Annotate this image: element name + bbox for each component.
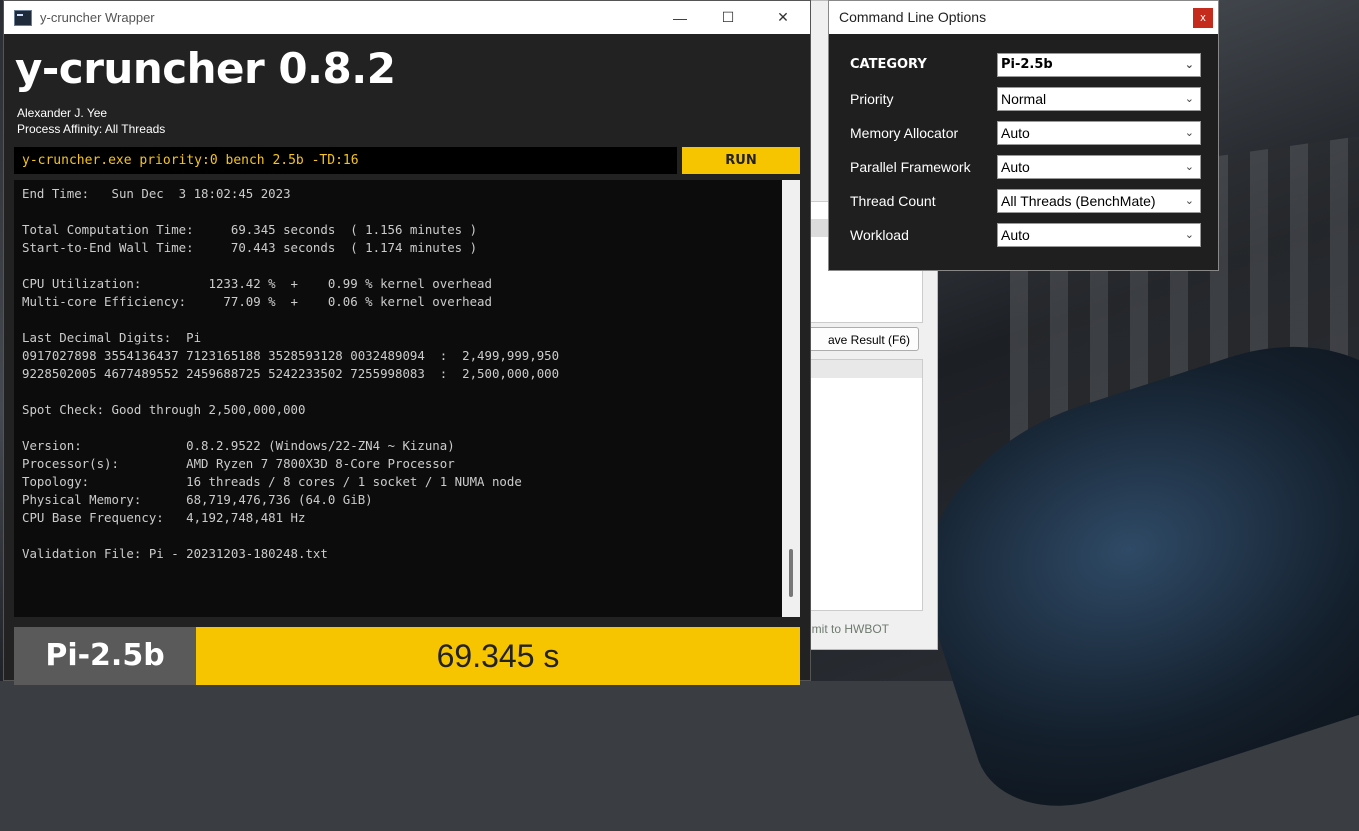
close-button[interactable]: ✕: [760, 1, 806, 34]
chevron-down-icon: ⌄: [1184, 58, 1194, 71]
maximize-button[interactable]: ☐: [705, 1, 751, 34]
scrollbar-thumb[interactable]: [789, 549, 793, 597]
category-select[interactable]: Pi-2.5b ⌄: [997, 53, 1201, 77]
app-title: y-cruncher 0.8.2: [15, 44, 396, 93]
chevron-down-icon: ⌄: [1184, 195, 1194, 207]
window-title: y-cruncher Wrapper: [40, 10, 155, 25]
options-title: Command Line Options: [839, 9, 987, 25]
options-title-bar[interactable]: Command Line Options x: [829, 1, 1218, 34]
option-row-workload: Workload Auto ⌄: [850, 223, 1202, 247]
title-bar[interactable]: y-cruncher Wrapper — ☐ ✕: [4, 1, 810, 34]
thread-count-label: Thread Count: [850, 193, 936, 209]
main-window: y-cruncher Wrapper — ☐ ✕ y-cruncher 0.8.…: [3, 0, 811, 685]
options-window: Command Line Options x CATEGORY Pi-2.5b ⌄…: [828, 0, 1219, 271]
chevron-down-icon: ⌄: [1184, 229, 1194, 241]
workload-label: Workload: [850, 227, 909, 243]
author-label: Alexander J. Yee: [17, 106, 108, 120]
priority-label: Priority: [850, 91, 894, 107]
thread-count-select[interactable]: All Threads (BenchMate) ⌄: [997, 189, 1201, 213]
parallel-framework-label: Parallel Framework: [850, 159, 971, 175]
result-time: 69.345 s: [196, 627, 800, 685]
parallel-framework-select[interactable]: Auto ⌄: [997, 155, 1201, 179]
run-button[interactable]: RUN: [682, 147, 800, 174]
affinity-label: Process Affinity: All Threads: [17, 122, 166, 136]
option-row-thread-count: Thread Count All Threads (BenchMate) ⌄: [850, 189, 1202, 213]
app-area: y-cruncher 0.8.2 Alexander J. Yee Proces…: [4, 34, 810, 685]
workload-select[interactable]: Auto ⌄: [997, 223, 1201, 247]
terminal-icon: [14, 9, 32, 26]
console-text: End Time: Sun Dec 3 18:02:45 2023 Total …: [22, 186, 560, 561]
priority-select[interactable]: Normal ⌄: [997, 87, 1201, 111]
options-close-button[interactable]: x: [1193, 8, 1213, 28]
memory-allocator-select[interactable]: Auto ⌄: [997, 121, 1201, 145]
minimize-button[interactable]: —: [657, 1, 703, 34]
console-scrollbar[interactable]: [782, 180, 800, 617]
console-output[interactable]: End Time: Sun Dec 3 18:02:45 2023 Total …: [14, 180, 800, 617]
chevron-down-icon: ⌄: [1184, 93, 1194, 105]
result-category: Pi-2.5b: [14, 627, 196, 685]
results-list: [801, 359, 923, 611]
chevron-down-icon: ⌄: [1184, 161, 1194, 173]
chevron-down-icon: ⌄: [1184, 127, 1194, 139]
memory-allocator-label: Memory Allocator: [850, 125, 959, 141]
option-row-priority: Priority Normal ⌄: [850, 87, 1202, 111]
option-row-category: CATEGORY Pi-2.5b ⌄: [850, 53, 1202, 77]
option-row-memory-allocator: Memory Allocator Auto ⌄: [850, 121, 1202, 145]
command-line-field[interactable]: y-cruncher.exe priority:0 bench 2.5b -TD…: [14, 147, 677, 174]
option-row-parallel-framework: Parallel Framework Auto ⌄: [850, 155, 1202, 179]
category-label: CATEGORY: [850, 57, 927, 72]
